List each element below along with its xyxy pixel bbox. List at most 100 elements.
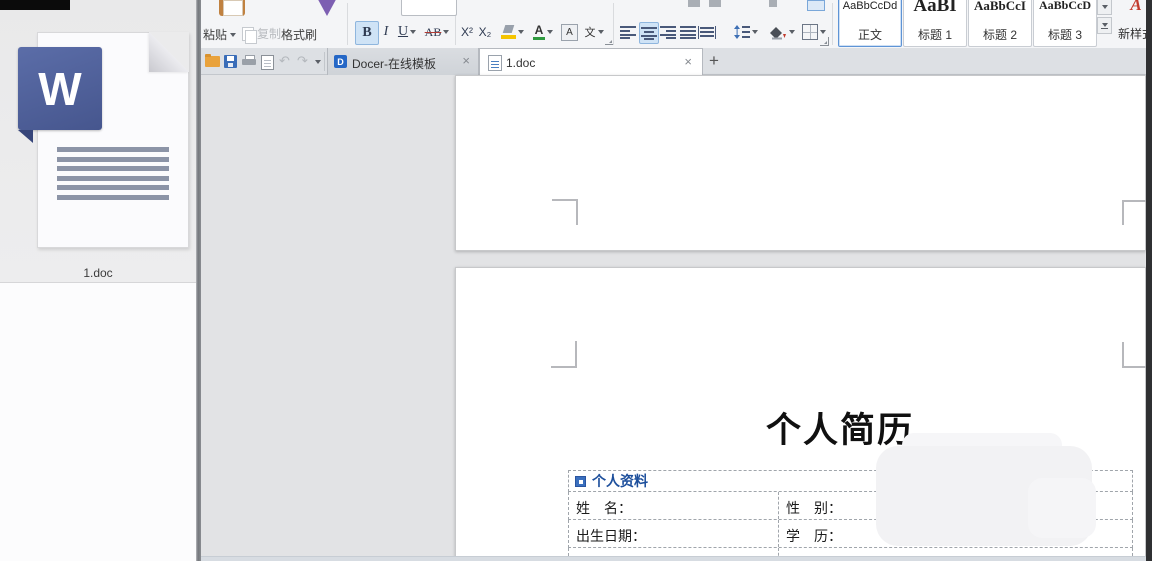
style-scroll-up-button[interactable] [1097,0,1112,15]
format-painter-brush-icon[interactable] [318,0,336,16]
align-right-button[interactable] [659,22,677,42]
align-right-icon [660,26,676,39]
bold-button[interactable]: B [355,21,379,45]
shading-button[interactable] [766,21,796,43]
tab-docer[interactable]: D Docer-在线模板 × [327,48,479,75]
style-normal[interactable]: AaBbCcDd 正文 [838,0,902,47]
align-center-icon [641,27,657,40]
borders-icon [802,24,818,40]
section-header-label: 个人资料 [592,471,648,491]
phonetic-guide-icon: 文 [585,24,596,40]
docer-icon: D [334,55,347,68]
toolbar-icon-partial [688,0,700,7]
style-label: 标题 3 [1048,26,1082,46]
style-label: 标题 1 [918,26,952,46]
print-preview-button[interactable] [261,55,274,70]
screen: W 1.doc 粘贴 复制 格式刷 B [0,0,1152,561]
subscript-glyph: X₂ [479,25,492,39]
thumb-text-line [57,195,169,200]
superscript-glyph: X² [461,25,473,39]
paste-label: 粘贴 [203,26,227,43]
style-scroll-more-button[interactable] [1097,17,1112,34]
margin-mark [1122,200,1148,225]
paste-icon[interactable] [219,0,245,16]
style-heading1[interactable]: AaBI 标题 1 [903,0,967,47]
quick-access-dropdown[interactable] [315,60,321,64]
font-color-icon: A [533,24,545,40]
wps-w-glyph: W [38,62,81,116]
paint-bucket-icon [768,25,787,40]
phonetic-guide-button[interactable]: 文 [582,21,606,43]
tab-1doc[interactable]: 1.doc × [479,48,703,75]
line-spacing-button[interactable] [732,21,760,43]
tab-bar: ↶ ↷ D Docer-在线模板 × 1.doc × + [201,48,1146,75]
style-label: 正文 [858,26,882,46]
distribute-icon [698,26,716,39]
superscript-button[interactable]: X² [459,21,475,43]
style-preview: AaBbCcI [974,0,1026,26]
badge-fold-icon [18,130,33,143]
chevron-down-icon [410,30,416,34]
justify-button[interactable] [679,22,697,42]
align-left-button[interactable] [619,22,637,42]
style-preview: AaBI [913,0,956,26]
style-heading2[interactable]: AaBbCcI 标题 2 [968,0,1032,47]
ribbon: 粘贴 复制 格式刷 B I U AB X² X₂ [201,0,1146,49]
underline-glyph: U [398,24,408,40]
page-fold-icon [149,32,189,72]
char-shading-button[interactable]: A [561,21,578,43]
highlight-color-button[interactable] [499,21,525,43]
distribute-button[interactable] [698,22,716,42]
open-file-button[interactable] [205,56,220,67]
char-shading-glyph: A [566,27,573,38]
chevron-down-icon [820,30,826,34]
align-center-button[interactable] [639,22,659,44]
italic-button[interactable]: I [379,21,393,43]
margin-mark [551,341,577,368]
tab-label: 1.doc [506,56,535,70]
font-color-button[interactable]: A [532,21,554,43]
font-size-combo-partial[interactable] [401,0,457,16]
window-right-edge [1146,0,1152,561]
margin-mark [552,199,578,225]
new-style-button[interactable]: A 新样式 [1116,0,1146,45]
cell-birthdate[interactable]: 出生日期： [569,520,779,547]
justify-icon [680,26,696,39]
font-color-glyph: A [535,24,544,36]
group-separator [832,3,833,45]
style-heading3[interactable]: AaBbCcD 标题 3 [1033,0,1097,47]
tab-close-button[interactable]: × [684,55,692,68]
underline-button[interactable]: U [395,21,419,43]
print-button[interactable] [242,55,256,68]
copy-label: 复制 [257,25,281,42]
personal-info-bullet-icon [575,476,586,487]
thumb-text-line [57,176,169,181]
chevron-down-icon [598,30,604,34]
paste-button[interactable]: 粘贴 [203,26,236,43]
file-name-label[interactable]: 1.doc [0,266,196,280]
redo-button[interactable]: ↷ [297,53,308,69]
style-preview: AaBbCcD [1039,0,1091,26]
save-button[interactable] [224,55,237,68]
copy-button[interactable]: 复制 [242,25,281,42]
style-label: 标题 2 [983,26,1017,46]
style-gallery-scroll [1097,0,1112,34]
window-bottom-edge [201,556,1146,561]
tab-close-button[interactable]: × [462,54,470,67]
chevron-down-icon [789,30,795,34]
wps-writer-icon: W [18,47,102,130]
toolbar-separator [324,52,325,71]
thumb-text-line [57,147,169,152]
cell-name[interactable]: 姓 名： [569,492,779,519]
format-painter-label: 格式刷 [281,26,317,43]
highlighter-icon [501,25,516,39]
strikethrough-button[interactable]: AB [421,21,453,43]
subscript-button[interactable]: X₂ [477,21,493,43]
thumb-text-line [57,185,169,190]
window-corner-bar [0,0,70,10]
paragraph-dialog-launcher[interactable] [820,37,829,46]
new-tab-button[interactable]: + [709,51,719,71]
undo-button[interactable]: ↶ [279,53,290,69]
italic-glyph: I [384,24,389,40]
format-painter-button[interactable]: 格式刷 [281,26,317,43]
